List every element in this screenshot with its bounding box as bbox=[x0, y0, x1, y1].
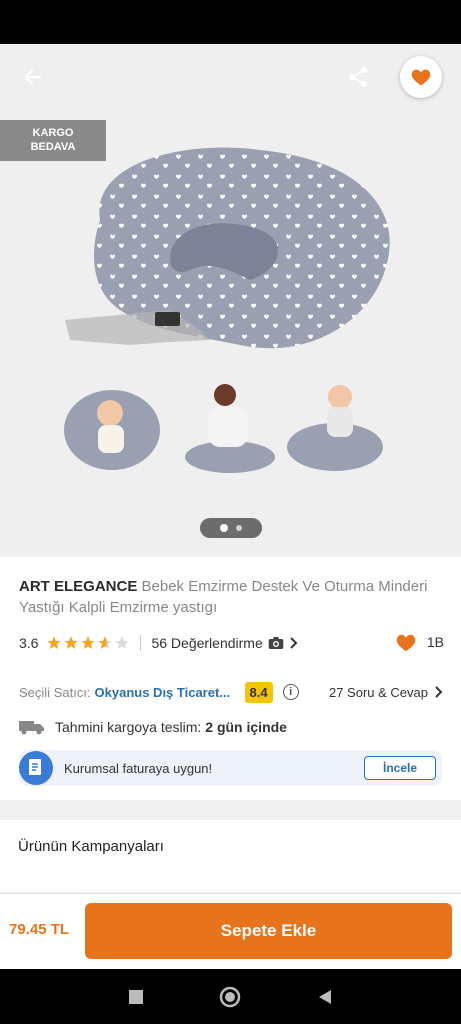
star-half-icon bbox=[98, 636, 113, 649]
arrow-left-icon bbox=[24, 69, 42, 85]
image-pager[interactable] bbox=[200, 518, 262, 538]
document-icon bbox=[19, 751, 53, 785]
seller-score-badge: 8.4 bbox=[244, 681, 273, 703]
chevron-right-icon bbox=[435, 686, 443, 698]
camera-icon bbox=[268, 637, 284, 649]
recent-apps-icon[interactable] bbox=[128, 989, 144, 1005]
thumbnail-strip bbox=[0, 375, 461, 475]
share-icon bbox=[349, 67, 367, 87]
add-to-cart-button[interactable]: Sepete Ekle bbox=[85, 903, 452, 959]
system-navigation-bar bbox=[0, 969, 461, 1024]
star-icon bbox=[47, 636, 62, 649]
shipping-value: 2 gün içinde bbox=[205, 719, 287, 735]
product-brand: ART ELEGANCE bbox=[19, 578, 138, 595]
likes-count: 1B bbox=[426, 634, 444, 650]
likes-counter[interactable]: 1B bbox=[395, 632, 444, 652]
thumbnail-mother-nursing[interactable] bbox=[180, 375, 280, 475]
star-icon bbox=[64, 636, 79, 649]
shipping-estimate: Tahmini kargoya teslim: 2 gün içinde bbox=[19, 716, 287, 738]
campaigns-title: Ürünün Kampanyaları bbox=[18, 838, 164, 855]
reviews-link[interactable]: 56 Değerlendirme bbox=[151, 635, 298, 651]
thumbnail-baby-lying[interactable] bbox=[62, 375, 162, 475]
back-button[interactable] bbox=[14, 58, 52, 96]
chevron-right-icon bbox=[290, 637, 298, 649]
qa-label: 27 Soru & Cevap bbox=[328, 684, 428, 700]
product-title: ART ELEGANCE Bebek Emzirme Destek Ve Otu… bbox=[19, 576, 439, 618]
corporate-invoice-banner: Kurumsal faturaya uygun! İncele bbox=[19, 750, 442, 786]
shipping-label: Tahmini kargoya teslim: bbox=[55, 719, 202, 735]
star-empty-icon bbox=[115, 636, 130, 649]
seller-label: Seçili Satıcı: bbox=[19, 684, 91, 700]
inspect-button[interactable]: İncele bbox=[364, 756, 436, 780]
truck-icon bbox=[19, 721, 44, 735]
seller-name-link[interactable]: Okyanus Dış Ticaret... bbox=[95, 685, 235, 700]
pager-dot-active bbox=[220, 524, 228, 532]
home-icon[interactable] bbox=[219, 986, 241, 1008]
product-detail-screen: KARGO BEDAVA ART ELEGANCE Bebek Emzirme … bbox=[0, 0, 461, 1024]
divider bbox=[140, 635, 142, 651]
questions-answers-link[interactable]: 27 Soru & Cevap bbox=[329, 685, 444, 700]
thumbnail-baby-sitting[interactable] bbox=[285, 375, 385, 475]
product-main-image bbox=[65, 147, 390, 349]
back-nav-icon[interactable] bbox=[317, 989, 333, 1005]
favorite-button[interactable] bbox=[400, 56, 442, 98]
reviews-label: 56 Değerlendirme bbox=[151, 635, 263, 651]
info-icon[interactable]: i bbox=[282, 684, 299, 700]
star-icon bbox=[81, 636, 96, 649]
heart-icon bbox=[411, 69, 431, 86]
heart-icon bbox=[396, 634, 416, 652]
share-button[interactable] bbox=[339, 58, 377, 96]
price: 79.45 TL bbox=[9, 921, 70, 938]
rating-row: 3.6 56 Değerlendirme 1B bbox=[19, 632, 444, 654]
campaigns-section[interactable] bbox=[0, 820, 461, 892]
seller-row: Seçili Satıcı: Okyanus Dış Ticaret... 8.… bbox=[19, 681, 444, 703]
pager-dot bbox=[236, 525, 242, 531]
invoice-text: Kurumsal faturaya uygun! bbox=[64, 760, 213, 776]
rating-value: 3.6 bbox=[19, 635, 39, 651]
status-bar bbox=[0, 0, 461, 44]
rating-stars bbox=[46, 635, 130, 651]
